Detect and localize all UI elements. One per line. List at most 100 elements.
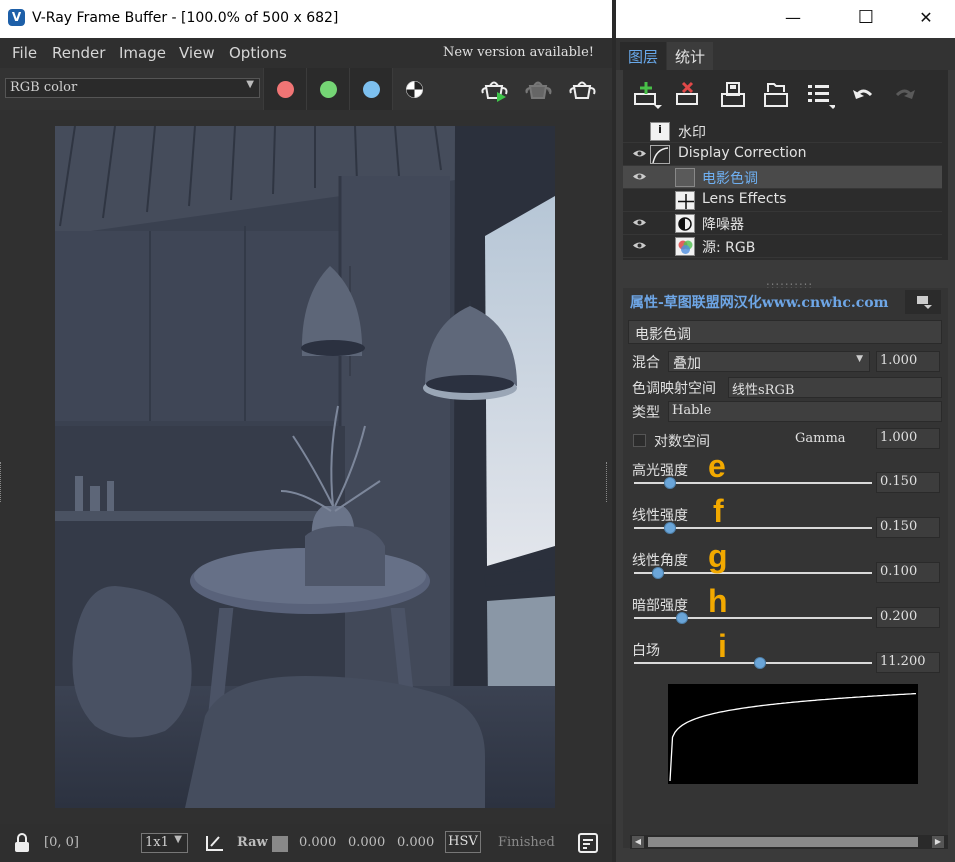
blue-channel-button[interactable] <box>349 68 392 110</box>
menu-file[interactable]: File <box>12 44 37 62</box>
gamma-label: Gamma <box>795 431 846 446</box>
layer-tree: i 水印 Display Correction 电影色调 Lens Effect… <box>623 118 948 260</box>
slider-track[interactable] <box>634 572 872 574</box>
maximize-button[interactable]: ☐ <box>843 0 889 38</box>
layers-panel: 图层 统计 i 水印 Display Correction 电影色调 Lens … <box>616 38 955 862</box>
green-channel-button[interactable] <box>306 68 349 110</box>
menu-render[interactable]: Render <box>52 44 105 62</box>
layer-row-lens-effects[interactable]: Lens Effects <box>623 189 942 212</box>
pixel-color-swatch <box>272 836 288 852</box>
menu-image[interactable]: Image <box>119 44 166 62</box>
pixel-coords: [0, 0] <box>44 835 79 850</box>
layer-name-field[interactable]: 电影色调 <box>628 320 942 344</box>
image-toolbar: RGB color ▼ <box>0 68 612 110</box>
lens-icon <box>675 191 695 210</box>
undo-icon[interactable] <box>849 80 879 110</box>
info-icon: i <box>650 122 670 141</box>
blend-amount-field[interactable]: 1.000 <box>876 351 940 372</box>
slider-value-field[interactable]: 0.100 <box>876 562 940 583</box>
horizontal-scrollbar[interactable]: ◀ ▶ <box>630 835 948 849</box>
slider-label: 白场 <box>632 643 660 659</box>
window-title: V-Ray Frame Buffer - [100.0% of 500 x 68… <box>32 10 339 26</box>
color-picker-icon[interactable] <box>203 832 227 854</box>
type-field[interactable]: Hable <box>668 401 942 422</box>
scroll-left-arrow-icon[interactable]: ◀ <box>632 836 644 848</box>
new-version-link[interactable]: New version available! <box>443 45 594 60</box>
eye-icon[interactable] <box>633 149 646 158</box>
add-layer-icon[interactable] <box>632 80 662 110</box>
title-bar: V V-Ray Frame Buffer - [100.0% of 500 x … <box>0 0 955 38</box>
right-panel-grip[interactable] <box>606 462 610 502</box>
sampling-select[interactable]: 1x1 ▼ <box>141 833 188 853</box>
annotation-letter: i <box>718 628 727 664</box>
slider-handle[interactable] <box>651 567 664 579</box>
channel-select-value: RGB color <box>10 80 78 95</box>
raw-label: Raw <box>237 835 268 850</box>
properties-options-button[interactable] <box>905 290 941 314</box>
layer-label: Lens Effects <box>702 191 787 207</box>
slider-handle[interactable] <box>663 477 676 489</box>
alpha-channel-icon <box>406 81 423 98</box>
tab-layers[interactable]: 图层 <box>620 42 667 70</box>
alpha-channel-button[interactable] <box>392 68 435 110</box>
pixel-value-g: 0.000 <box>348 835 386 850</box>
layer-label: Display Correction <box>678 145 807 161</box>
render-canvas[interactable] <box>0 110 612 824</box>
load-layers-icon[interactable] <box>761 80 791 110</box>
slider-track[interactable] <box>634 662 872 664</box>
pixel-value-r: 0.000 <box>299 835 337 850</box>
layer-row-watermark[interactable]: i 水印 <box>623 120 942 143</box>
layer-row-filmic[interactable]: 电影色调 <box>623 166 942 189</box>
redo-icon[interactable] <box>889 80 919 110</box>
rgb-icon <box>675 237 695 256</box>
minimize-button[interactable]: — <box>770 0 816 38</box>
left-panel-grip[interactable] <box>0 462 4 502</box>
track-mouse-lock-icon[interactable] <box>12 832 34 854</box>
delete-layer-icon[interactable] <box>674 80 704 110</box>
slider-value-field[interactable]: 0.150 <box>876 472 940 493</box>
slider-value-field[interactable]: 0.200 <box>876 607 940 628</box>
save-layers-icon[interactable] <box>718 80 748 110</box>
interactive-teapot-icon[interactable] <box>566 74 600 104</box>
blend-mode-select[interactable]: 叠加 ▼ <box>668 351 870 372</box>
status-bar: [0, 0] 1x1 ▼ Raw 0.000 0.000 0.000 HSV F… <box>0 824 612 862</box>
menu-options[interactable]: Options <box>229 44 287 62</box>
tonemap-space-field[interactable]: 线性sRGB <box>728 377 942 398</box>
slider-track[interactable] <box>634 617 872 619</box>
eye-icon[interactable] <box>633 218 646 227</box>
gamma-field[interactable]: 1.000 <box>876 428 940 449</box>
scroll-right-arrow-icon[interactable]: ▶ <box>932 836 944 848</box>
kitchen-scene-image <box>55 126 555 808</box>
tab-stats[interactable]: 统计 <box>667 42 714 70</box>
blend-label: 混合 <box>632 355 660 371</box>
scrollbar-thumb[interactable] <box>648 837 918 847</box>
chevron-down-icon: ▼ <box>246 79 254 90</box>
layer-label: 源: RGB <box>702 240 756 256</box>
render-teapot-icon[interactable] <box>480 74 512 104</box>
slider-value-field[interactable]: 11.200 <box>876 652 940 673</box>
slider-handle[interactable] <box>675 612 688 624</box>
frame-buffer-area: File Render Image View Options New versi… <box>0 38 612 862</box>
layer-row-source-rgb[interactable]: 源: RGB <box>623 235 942 258</box>
pixel-value-b: 0.000 <box>397 835 435 850</box>
channel-select[interactable]: RGB color ▼ <box>5 78 260 98</box>
eye-icon[interactable] <box>633 241 646 250</box>
chevron-down-icon: ▼ <box>856 354 863 364</box>
slider-handle[interactable] <box>663 522 676 534</box>
layer-list-menu-icon[interactable] <box>805 80 835 110</box>
render-region-teapot-icon[interactable] <box>524 74 556 104</box>
red-channel-button[interactable] <box>263 68 306 110</box>
log-panel-icon[interactable] <box>577 832 599 854</box>
eye-icon[interactable] <box>633 172 646 181</box>
layer-label: 水印 <box>678 125 706 141</box>
layer-row-display-correction[interactable]: Display Correction <box>623 143 942 166</box>
panel-tabs: 图层 统计 <box>616 38 955 70</box>
log-space-checkbox[interactable] <box>633 434 646 447</box>
slider-value-field[interactable]: 0.150 <box>876 517 940 538</box>
close-button[interactable]: ✕ <box>903 0 949 38</box>
layer-row-denoiser[interactable]: 降噪器 <box>623 212 942 235</box>
annotation-letter: h <box>708 583 728 619</box>
slider-handle[interactable] <box>754 657 767 669</box>
hsv-toggle-button[interactable]: HSV <box>445 831 481 853</box>
menu-view[interactable]: View <box>179 44 215 62</box>
